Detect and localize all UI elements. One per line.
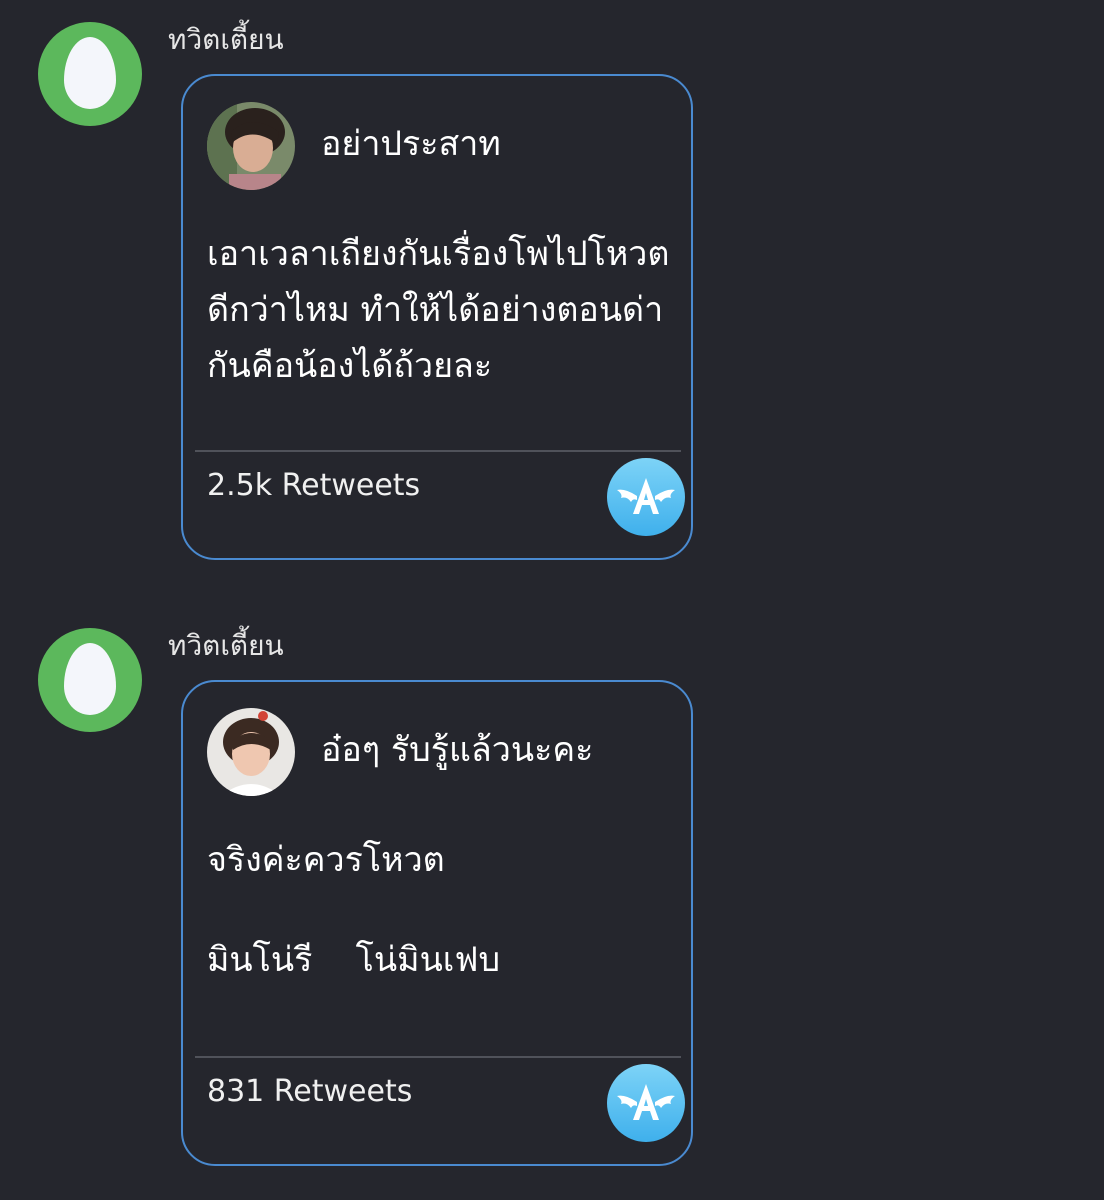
- egg-avatar-icon[interactable]: [38, 22, 142, 126]
- tweet-text-line: ดีกว่าไหม ทำให้ได้อย่างตอนด่า: [207, 290, 664, 330]
- poster-name[interactable]: ทวิตเตี้ยน: [168, 628, 284, 664]
- egg-avatar-icon[interactable]: [38, 628, 142, 732]
- winged-a-app-icon[interactable]: [607, 458, 685, 536]
- feed: ทวิตเตี้ยน อย่าประสาท เอาเวลาเถียงกันเรื…: [0, 0, 1104, 1200]
- divider: [195, 1056, 681, 1058]
- quoted-tweet-card[interactable]: อ๋อๆ รับรู้แล้วนะคะ จริงค่ะควรโหวต มินโน…: [181, 680, 693, 1166]
- author-name: อ๋อๆ รับรู้แล้วนะคะ: [321, 730, 594, 770]
- tweet-text-line: มินโน่รี โน่มินเฟบ: [207, 940, 501, 980]
- tweet-text-line: กันคือน้องได้ถ้วยละ: [207, 346, 493, 386]
- retweet-count[interactable]: 831 Retweets: [207, 1072, 412, 1112]
- poster-name[interactable]: ทวิตเตี้ยน: [168, 22, 284, 58]
- tweet-text: เอาเวลาเถียงกันเรื่องโพไปโหวต ดีกว่าไหม …: [207, 226, 677, 394]
- winged-a-app-icon[interactable]: [607, 1064, 685, 1142]
- tweet-text-line: จริงค่ะควรโหวต: [207, 840, 445, 880]
- retweet-count[interactable]: 2.5k Retweets: [207, 466, 420, 506]
- divider: [195, 450, 681, 452]
- quoted-tweet-card[interactable]: อย่าประสาท เอาเวลาเถียงกันเรื่องโพไปโหวต…: [181, 74, 693, 560]
- tweet-text: จริงค่ะควรโหวต มินโน่รี โน่มินเฟบ: [207, 832, 677, 988]
- egg-shape: [64, 643, 116, 715]
- author-avatar[interactable]: [207, 102, 295, 190]
- author-avatar[interactable]: [207, 708, 295, 796]
- author-name: อย่าประสาท: [321, 124, 501, 164]
- tweet-text-line: เอาเวลาเถียงกันเรื่องโพไปโหวต: [207, 234, 670, 274]
- tweet-text-line-blank: [207, 888, 677, 932]
- egg-shape: [64, 37, 116, 109]
